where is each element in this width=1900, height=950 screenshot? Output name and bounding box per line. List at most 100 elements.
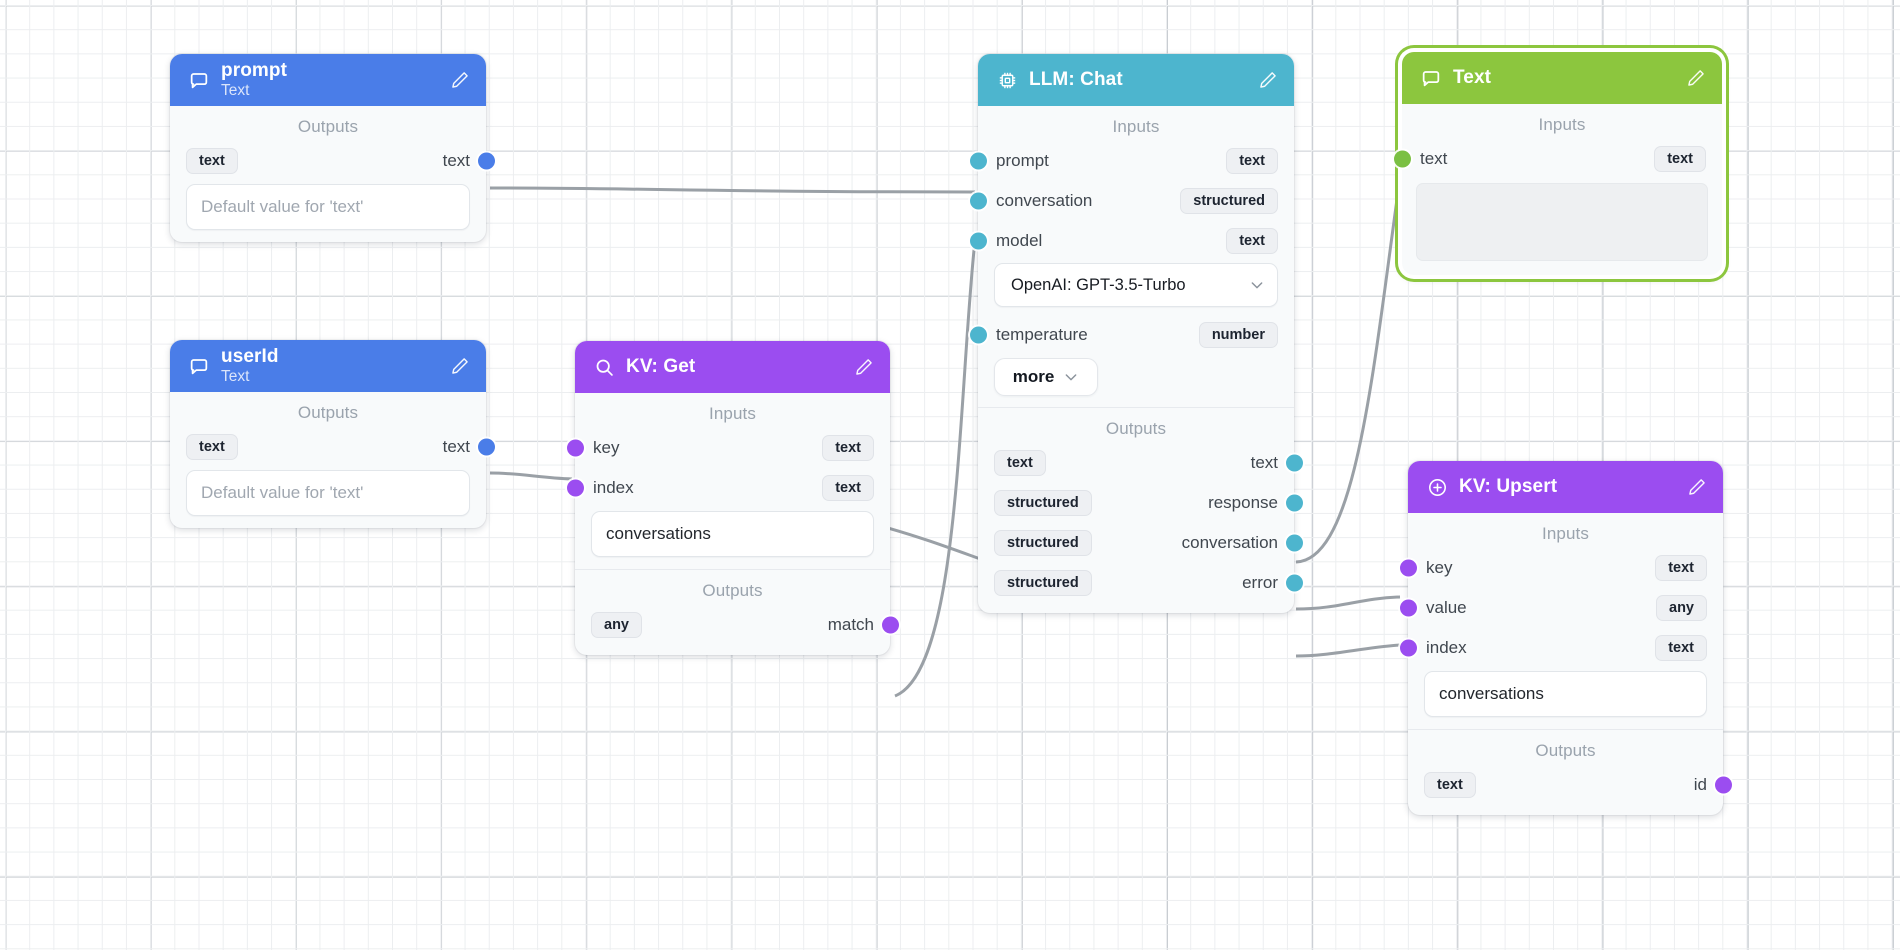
node-text-output[interactable]: Text Inputs text text — [1402, 52, 1722, 275]
default-value-placeholder: Default value for 'text' — [201, 483, 363, 503]
pencil-icon[interactable] — [1686, 68, 1706, 88]
search-icon — [593, 356, 615, 378]
index-value-input[interactable]: conversations — [591, 511, 874, 557]
input-port-temperature[interactable] — [970, 327, 987, 344]
output-label: text — [443, 151, 470, 171]
type-chip: any — [591, 612, 642, 639]
type-chip: text — [1424, 772, 1476, 799]
input-row-model[interactable]: model text — [978, 221, 1294, 261]
output-port-text[interactable] — [478, 153, 495, 170]
type-chip: text — [1654, 146, 1706, 173]
outputs-section-label: Outputs — [978, 408, 1294, 443]
output-row-text[interactable]: text text — [170, 141, 486, 181]
model-select[interactable]: OpenAI: GPT-3.5-Turbo — [994, 263, 1278, 307]
output-row-error[interactable]: structured error — [978, 563, 1294, 603]
type-chip: text — [1226, 228, 1278, 255]
input-port-conversation[interactable] — [970, 193, 987, 210]
flow-canvas[interactable]: prompt Text Outputs text text Default va… — [0, 0, 1900, 950]
node-title: prompt — [221, 60, 287, 81]
node-llm-chat-header[interactable]: LLM: Chat — [978, 54, 1294, 106]
output-label: match — [828, 615, 874, 635]
text-display-area — [1416, 183, 1708, 261]
type-chip: number — [1199, 322, 1278, 349]
node-prompt[interactable]: prompt Text Outputs text text Default va… — [170, 54, 486, 242]
type-chip: text — [1655, 555, 1707, 582]
inputs-section-label: Inputs — [1402, 104, 1722, 139]
output-port-text[interactable] — [1286, 455, 1303, 472]
node-kv-upsert[interactable]: KV: Upsert Inputs key text value any ind… — [1408, 461, 1723, 815]
input-row-index[interactable]: index text — [1408, 628, 1723, 668]
input-port-index[interactable] — [567, 480, 584, 497]
input-port-index[interactable] — [1400, 640, 1417, 657]
node-title: LLM: Chat — [1029, 69, 1123, 90]
output-label: conversation — [1182, 533, 1278, 553]
input-label: model — [996, 231, 1042, 251]
node-llm-chat[interactable]: LLM: Chat Inputs prompt text conversatio… — [978, 54, 1294, 613]
index-value-input[interactable]: conversations — [1424, 671, 1707, 717]
node-kv-upsert-header[interactable]: KV: Upsert — [1408, 461, 1723, 513]
type-chip: text — [994, 450, 1046, 477]
node-title: Text — [1453, 67, 1491, 88]
output-port-text[interactable] — [478, 439, 495, 456]
input-row-text[interactable]: text text — [1402, 139, 1722, 179]
output-row-text[interactable]: text text — [170, 427, 486, 467]
input-row-index[interactable]: index text — [575, 468, 890, 508]
edge-llm-response-to-kvupsert-key — [1296, 597, 1400, 609]
input-port-key[interactable] — [567, 440, 584, 457]
chat-bubble-icon — [188, 69, 210, 91]
input-port-key[interactable] — [1400, 560, 1417, 577]
inputs-section-label: Inputs — [978, 106, 1294, 141]
input-port-value[interactable] — [1400, 600, 1417, 617]
pencil-icon[interactable] — [450, 356, 470, 376]
output-row-response[interactable]: structured response — [978, 483, 1294, 523]
input-row-value[interactable]: value any — [1408, 588, 1723, 628]
output-port-id[interactable] — [1715, 777, 1732, 794]
node-subtitle: Text — [221, 368, 279, 385]
node-title: KV: Upsert — [1459, 476, 1557, 497]
output-port-conversation[interactable] — [1286, 535, 1303, 552]
pencil-icon[interactable] — [854, 357, 874, 377]
input-port-prompt[interactable] — [970, 153, 987, 170]
output-port-error[interactable] — [1286, 575, 1303, 592]
output-port-match[interactable] — [882, 617, 899, 634]
outputs-section-label: Outputs — [170, 106, 486, 141]
input-row-key[interactable]: key text — [575, 428, 890, 468]
input-row-temperature[interactable]: temperature number — [978, 315, 1294, 355]
more-options-button[interactable]: more — [994, 358, 1098, 396]
type-chip: any — [1656, 595, 1707, 622]
node-userid[interactable]: userId Text Outputs text text Default va… — [170, 340, 486, 528]
output-label: text — [443, 437, 470, 457]
default-value-input[interactable]: Default value for 'text' — [186, 184, 470, 230]
node-text-output-header[interactable]: Text — [1402, 52, 1722, 104]
output-port-response[interactable] — [1286, 495, 1303, 512]
pencil-icon[interactable] — [450, 70, 470, 90]
input-label: key — [593, 438, 619, 458]
type-chip: text — [186, 148, 238, 175]
node-kv-get-header[interactable]: KV: Get — [575, 341, 890, 393]
default-value-input[interactable]: Default value for 'text' — [186, 470, 470, 516]
chevron-down-icon — [1063, 369, 1079, 385]
node-prompt-header[interactable]: prompt Text — [170, 54, 486, 106]
input-port-model[interactable] — [970, 233, 987, 250]
input-row-key[interactable]: key text — [1408, 548, 1723, 588]
outputs-section-label: Outputs — [170, 392, 486, 427]
type-chip: structured — [994, 570, 1092, 597]
node-kv-get[interactable]: KV: Get Inputs key text index text conve… — [575, 341, 890, 655]
input-row-conversation[interactable]: conversation structured — [978, 181, 1294, 221]
output-row-conversation[interactable]: structured conversation — [978, 523, 1294, 563]
output-row-match[interactable]: any match — [575, 605, 890, 645]
pencil-icon[interactable] — [1258, 70, 1278, 90]
node-subtitle: Text — [221, 82, 287, 99]
chevron-down-icon — [1249, 277, 1265, 293]
node-userid-header[interactable]: userId Text — [170, 340, 486, 392]
pencil-icon[interactable] — [1687, 477, 1707, 497]
more-button-label: more — [1013, 367, 1055, 387]
input-port-text[interactable] — [1394, 151, 1411, 168]
input-row-prompt[interactable]: prompt text — [978, 141, 1294, 181]
chip-icon — [996, 69, 1018, 91]
default-value-placeholder: Default value for 'text' — [201, 197, 363, 217]
chat-bubble-icon — [188, 355, 210, 377]
index-value: conversations — [1439, 684, 1544, 704]
output-row-id[interactable]: text id — [1408, 765, 1723, 805]
output-row-text[interactable]: text text — [978, 443, 1294, 483]
